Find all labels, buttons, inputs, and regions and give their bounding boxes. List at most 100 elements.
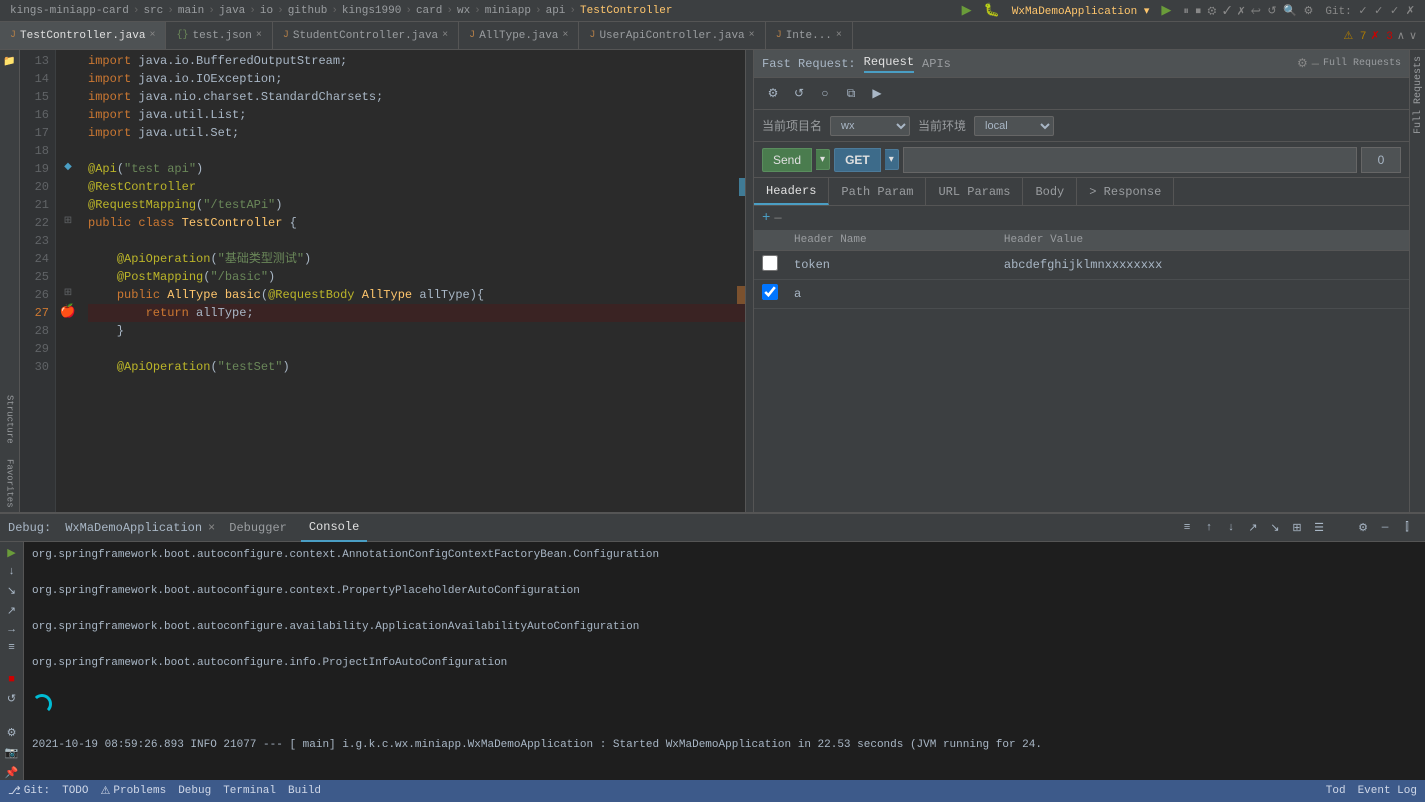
debug-icon-grid[interactable]: ⊞ <box>1287 518 1307 538</box>
debug-button[interactable]: 🐛 <box>984 3 1000 18</box>
tab-close-icon[interactable]: × <box>256 30 262 41</box>
debug-status-label: Debug <box>178 785 211 797</box>
toolbar-icons: ⏸ ⏹ ⚙ ✓ ✗ ↩ ↺ 🔍 ⚙ <box>1183 4 1313 18</box>
debug-icon-list[interactable]: ☰ <box>1309 518 1329 538</box>
tab-alltype[interactable]: J AllType.java × <box>459 22 579 50</box>
tab-close-icon[interactable]: × <box>149 30 155 41</box>
fast-request-label: Fast Request: <box>762 57 856 71</box>
status-todo[interactable]: TODO <box>62 785 88 797</box>
tab-body[interactable]: Body <box>1023 178 1077 205</box>
status-terminal[interactable]: Terminal <box>223 785 276 797</box>
json-icon: {} <box>176 30 188 41</box>
debug-minimize-icon[interactable]: — <box>1375 518 1395 538</box>
rp-tab-request[interactable]: Request <box>864 55 914 73</box>
run-to-cursor-icon[interactable]: → <box>3 624 21 636</box>
structure-label[interactable]: Structure <box>3 391 17 448</box>
tab-inte[interactable]: J Inte... × <box>766 22 853 50</box>
tab-test-json[interactable]: {} test.json × <box>166 22 272 50</box>
console-tab[interactable]: Console <box>301 514 367 542</box>
collapse-icon[interactable]: ∨ <box>1409 29 1417 43</box>
console-spacer-5 <box>32 718 1417 736</box>
editor-scrollbar[interactable] <box>745 50 753 512</box>
favorites-label[interactable]: Favorites <box>3 455 17 512</box>
full-requests-tab[interactable]: Full Requests <box>1410 50 1425 140</box>
problems-label: Problems <box>113 785 166 797</box>
timeout-input[interactable] <box>1361 147 1401 173</box>
debugger-tab[interactable]: Debugger <box>221 514 295 542</box>
url-input[interactable] <box>903 147 1357 173</box>
fold-icon-22[interactable]: ⊞ <box>56 212 80 230</box>
stop-icon[interactable]: ■ <box>3 674 21 686</box>
toolbar-run[interactable]: ▶ <box>1161 3 1171 18</box>
status-git[interactable]: ⎇ Git: <box>8 784 50 798</box>
step-out-icon[interactable]: ↗ <box>3 604 21 618</box>
method-dropdown-button[interactable]: ▾ <box>885 149 899 170</box>
step-over-icon[interactable]: ↓ <box>3 566 21 578</box>
close-rp-icon[interactable]: — <box>1312 57 1319 71</box>
git-label-text: Git: <box>24 785 50 797</box>
breakpoint-icon[interactable]: 🍎 <box>56 302 80 320</box>
play-btn[interactable]: ▶ <box>866 83 888 105</box>
rp-tab-apis[interactable]: APIs <box>922 57 951 71</box>
circle-btn[interactable]: ○ <box>814 83 836 105</box>
tab-userapicontroller[interactable]: J UserApiController.java × <box>579 22 765 50</box>
project-icon[interactable]: 📁 <box>2 54 18 70</box>
debug-icon-step[interactable]: ↗ <box>1243 518 1263 538</box>
expand-icon[interactable]: ∧ <box>1397 29 1405 43</box>
resume-icon[interactable]: ▶ <box>3 546 21 560</box>
debug-panel: Debug: WxMaDemoApplication × Debugger Co… <box>0 512 1425 780</box>
status-eventlog[interactable]: Event Log <box>1358 785 1417 797</box>
tab-response[interactable]: > Response <box>1077 178 1174 205</box>
tab-test-controller[interactable]: J TestController.java × <box>0 22 166 50</box>
fold-icon-26[interactable]: ⊞ <box>56 284 80 302</box>
tab-student-controller[interactable]: J StudentController.java × <box>273 22 459 50</box>
tab-close-icon[interactable]: × <box>836 30 842 41</box>
debug-settings-icon[interactable]: ⚙ <box>1353 518 1373 538</box>
debug-icon-down[interactable]: ↓ <box>1221 518 1241 538</box>
env-select[interactable]: local <box>974 116 1054 136</box>
tab-close-icon[interactable]: × <box>442 30 448 41</box>
code-line-16: import java.util.List; <box>88 106 745 124</box>
event-log-label: Event Log <box>1358 785 1417 797</box>
tab-path-param[interactable]: Path Param <box>829 178 926 205</box>
debug-icon-up[interactable]: ↑ <box>1199 518 1219 538</box>
camera-icon[interactable]: 📷 <box>3 746 21 760</box>
remove-header-button[interactable]: — <box>774 211 781 225</box>
add-header-button[interactable]: + <box>762 210 770 226</box>
run-config-button[interactable]: WxMaDemoApplication ▾ <box>1012 4 1150 18</box>
code-line-24: @ApiOperation("基础类型测试") <box>88 250 745 268</box>
debug-close-icon[interactable]: × <box>208 521 215 535</box>
tab-close-icon[interactable]: × <box>749 30 755 41</box>
debug-columns-icon[interactable]: ⫿ <box>1397 518 1417 538</box>
code-content[interactable]: import java.io.BufferedOutputStream; imp… <box>80 50 745 512</box>
step-into-icon[interactable]: ↘ <box>3 584 21 598</box>
header-enable-token[interactable] <box>762 255 778 271</box>
run-button[interactable]: ▶ <box>962 3 972 18</box>
debug-icon-step2[interactable]: ↘ <box>1265 518 1285 538</box>
code-line-17: import java.util.Set; <box>88 124 745 142</box>
tab-headers[interactable]: Headers <box>754 178 829 205</box>
status-build[interactable]: Build <box>288 785 321 797</box>
debug-icon-format[interactable]: ≡ <box>1177 518 1197 538</box>
project-select[interactable]: wx <box>830 116 910 136</box>
send-button[interactable]: Send <box>762 148 812 172</box>
copy-btn[interactable]: ⧉ <box>840 83 862 105</box>
status-debug[interactable]: Debug <box>178 785 211 797</box>
tab-url-params[interactable]: URL Params <box>926 178 1023 205</box>
send-dropdown-button[interactable]: ▾ <box>816 149 830 170</box>
settings-btn[interactable]: ⚙ <box>762 83 784 105</box>
java-icon: J <box>776 30 782 41</box>
evaluate-icon[interactable]: ≡ <box>3 642 21 654</box>
status-problems[interactable]: ⚠ Problems <box>101 784 167 798</box>
method-button[interactable]: GET <box>834 148 881 172</box>
header-enable-a[interactable] <box>762 284 778 300</box>
tab-close-icon[interactable]: × <box>562 30 568 41</box>
pin-icon[interactable]: 📌 <box>3 766 21 780</box>
settings-icon[interactable]: ⚙ <box>1297 56 1308 71</box>
refresh-btn[interactable]: ↺ <box>788 83 810 105</box>
settings-debug-icon[interactable]: ⚙ <box>3 726 21 740</box>
project-label: 当前项目名 <box>762 117 822 134</box>
fullrequest-icon[interactable]: Full Requests <box>1323 58 1401 69</box>
rerun-icon[interactable]: ↺ <box>3 692 21 706</box>
code-line-25: @PostMapping("/basic") <box>88 268 745 286</box>
